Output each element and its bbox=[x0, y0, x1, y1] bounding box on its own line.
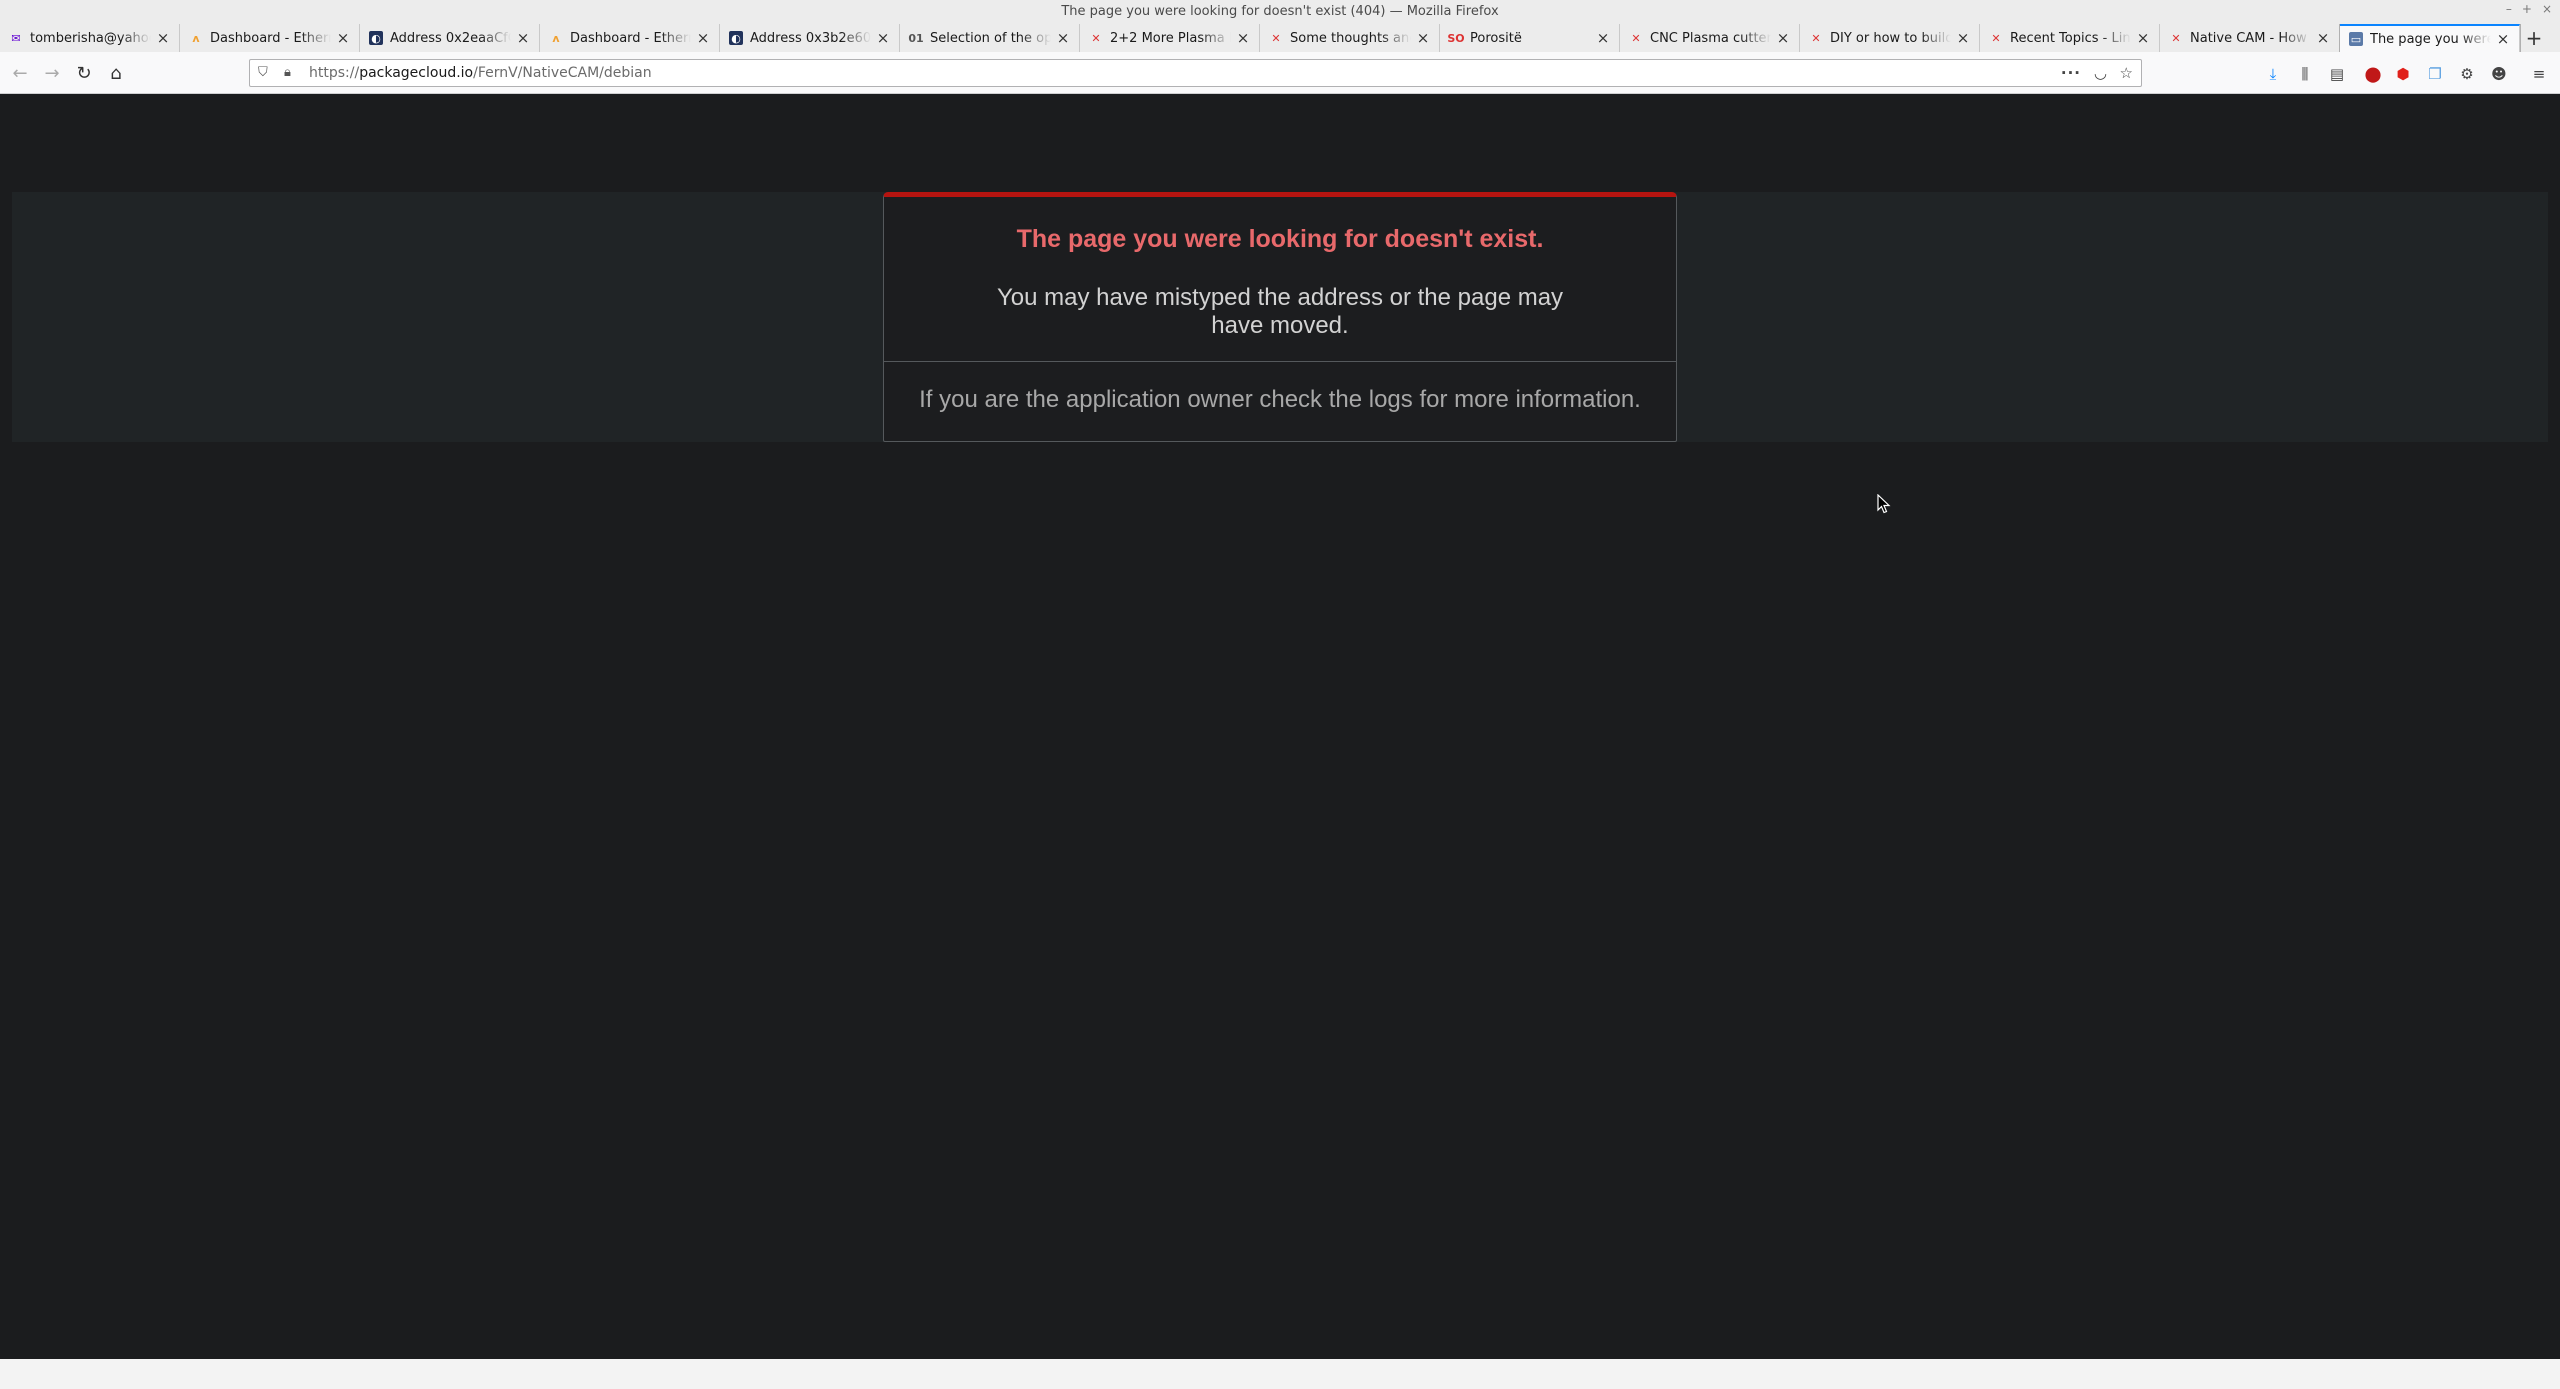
home-button[interactable]: ⌂ bbox=[104, 61, 128, 85]
tab-yahoo-mail[interactable]: ✉ tomberisha@yahoo × bbox=[0, 24, 180, 52]
library-icon[interactable]: ⫼ bbox=[2294, 63, 2316, 85]
tab-porosite[interactable]: SO Porositë × bbox=[1440, 24, 1620, 52]
window-titlebar: The page you were looking for doesn't ex… bbox=[0, 0, 2560, 24]
extension-gear-icon[interactable]: ⚙ bbox=[2456, 63, 2478, 85]
mouse-cursor-icon bbox=[1877, 494, 1891, 514]
ublock-icon[interactable]: ⬢ bbox=[2392, 63, 2414, 85]
tab-label: Porositë bbox=[1470, 30, 1522, 46]
tab-plasma[interactable]: ✕ 2+2 More Plasma by × bbox=[1080, 24, 1260, 52]
tab-close-icon[interactable]: × bbox=[1235, 30, 1251, 46]
pocket-icon[interactable]: ◡ bbox=[2094, 64, 2107, 82]
tab-close-icon[interactable]: × bbox=[695, 30, 711, 46]
tab-label: CNC Plasma cutters bbox=[1650, 30, 1771, 46]
tab-close-icon[interactable]: × bbox=[1775, 30, 1791, 46]
tab-label: tomberisha@yahoo bbox=[30, 30, 151, 46]
account-icon[interactable]: ☻ bbox=[2488, 63, 2510, 85]
url-host: packagecloud.io bbox=[359, 65, 474, 81]
tab-label: Native CAM - How To bbox=[2190, 30, 2311, 46]
maximize-icon[interactable]: + bbox=[2522, 2, 2532, 16]
minimize-icon[interactable]: – bbox=[2506, 2, 2512, 16]
page-viewport: The page you were looking for doesn't ex… bbox=[0, 95, 2560, 1359]
window-title: The page you were looking for doesn't ex… bbox=[1061, 4, 1499, 19]
tab-close-icon[interactable]: × bbox=[2495, 31, 2511, 47]
error-card: The page you were looking for doesn't ex… bbox=[883, 192, 1677, 442]
url-bar[interactable]: ⛉ 🔒︎ https://packagecloud.io/FernV/Nativ… bbox=[249, 59, 2142, 87]
shield-icon[interactable]: ⛉ bbox=[258, 65, 268, 80]
cnczone-icon: ✕ bbox=[1811, 31, 1821, 45]
tab-strip: ✉ tomberisha@yahoo × ᴧ Dashboard - Ether… bbox=[0, 24, 2560, 52]
tab-recent-topics[interactable]: ✕ Recent Topics - LinuxCNC × bbox=[1980, 24, 2160, 52]
etherscan-icon: ◐ bbox=[729, 31, 743, 45]
tab-close-icon[interactable]: × bbox=[2135, 30, 2151, 46]
mail-icon: ✉ bbox=[11, 31, 21, 45]
packagecloud-icon: ▭ bbox=[2349, 32, 2363, 46]
tab-close-icon[interactable]: × bbox=[1055, 30, 1071, 46]
tab-ethermine-dashboard-2[interactable]: ᴧ Dashboard - Ethermine × bbox=[540, 24, 720, 52]
window-controls: – + × bbox=[2506, 2, 2552, 16]
sidebar-icon[interactable]: ▤ bbox=[2326, 63, 2348, 85]
tab-label: Recent Topics - LinuxCNC bbox=[2010, 30, 2131, 46]
tab-cnc-plasma[interactable]: ✕ CNC Plasma cutters × bbox=[1620, 24, 1800, 52]
lock-icon[interactable]: 🔒︎ bbox=[284, 65, 291, 80]
tab-close-icon[interactable]: × bbox=[155, 30, 171, 46]
tab-native-cam[interactable]: ✕ Native CAM - How To × bbox=[2160, 24, 2340, 52]
so-icon: SO bbox=[1447, 31, 1465, 45]
tab-label: Dashboard - Ethermine bbox=[570, 30, 691, 46]
bookmark-star-icon[interactable]: ☆ bbox=[2120, 64, 2133, 82]
page-actions-icon[interactable]: ··· bbox=[2061, 64, 2081, 82]
tab-etherscan-address[interactable]: ◐ Address 0x2eaaCfC × bbox=[360, 24, 540, 52]
tab-label: Dashboard - Ethermine bbox=[210, 30, 331, 46]
cnczone-icon: ✕ bbox=[1271, 31, 1281, 45]
url-path: /FernV/NativeCAM/debian bbox=[473, 65, 652, 81]
tab-label: 2+2 More Plasma by bbox=[1110, 30, 1231, 46]
etherscan-icon: ◐ bbox=[369, 31, 383, 45]
tab-selection-optimal[interactable]: 01 Selection of the optimal × bbox=[900, 24, 1080, 52]
ethermine-icon: ᴧ bbox=[192, 31, 200, 45]
new-tab-button[interactable]: + bbox=[2520, 24, 2548, 52]
downloads-icon[interactable]: ⤓ bbox=[2262, 63, 2284, 85]
tab-close-icon[interactable]: × bbox=[335, 30, 351, 46]
navigation-toolbar: ← → ↻ ⌂ ⛉ 🔒︎ https://packagecloud.io/Fer… bbox=[0, 52, 2560, 94]
site-01-icon: 01 bbox=[908, 31, 924, 45]
tab-label: Some thoughts and bbox=[1290, 30, 1411, 46]
url-text[interactable]: https://packagecloud.io/FernV/NativeCAM/… bbox=[309, 65, 652, 81]
tab-ethermine-dashboard[interactable]: ᴧ Dashboard - Ethermine × bbox=[180, 24, 360, 52]
close-window-icon[interactable]: × bbox=[2542, 2, 2552, 16]
error-footer: If you are the application owner check t… bbox=[919, 386, 1641, 413]
tab-active-404[interactable]: ▭ The page you were looking × bbox=[2340, 24, 2520, 52]
tab-label: Address 0x2eaaCfC bbox=[390, 30, 511, 46]
url-scheme: https:// bbox=[309, 65, 360, 81]
error-subtitle: You may have mistyped the address or the… bbox=[996, 284, 1564, 339]
cnczone-icon: ✕ bbox=[1631, 31, 1641, 45]
bottom-bar bbox=[0, 1359, 2560, 1389]
tab-close-icon[interactable]: × bbox=[1955, 30, 1971, 46]
forward-button[interactable]: → bbox=[40, 61, 64, 85]
error-card-header: The page you were looking for doesn't ex… bbox=[884, 197, 1676, 362]
cnczone-icon: ✕ bbox=[1091, 31, 1101, 45]
reload-button[interactable]: ↻ bbox=[72, 61, 96, 85]
tab-close-icon[interactable]: × bbox=[2315, 30, 2331, 46]
cnczone-icon: ✕ bbox=[1991, 31, 2001, 45]
tab-label: The page you were looking bbox=[2370, 31, 2491, 47]
tab-label: DIY or how to build bbox=[1830, 30, 1951, 46]
tab-close-icon[interactable]: × bbox=[1415, 30, 1431, 46]
ethermine-icon: ᴧ bbox=[552, 31, 560, 45]
tab-close-icon[interactable]: × bbox=[515, 30, 531, 46]
extension-badge-icon[interactable]: ⬤ bbox=[2362, 63, 2384, 85]
tab-etherscan-address-2[interactable]: ◐ Address 0x3b2e60 × bbox=[720, 24, 900, 52]
error-title: The page you were looking for doesn't ex… bbox=[1016, 225, 1544, 253]
tab-close-icon[interactable]: × bbox=[1595, 30, 1611, 46]
tab-some-thoughts[interactable]: ✕ Some thoughts and × bbox=[1260, 24, 1440, 52]
hamburger-menu-icon[interactable]: ≡ bbox=[2528, 63, 2550, 85]
back-button[interactable]: ← bbox=[8, 61, 32, 85]
cnczone-icon: ✕ bbox=[2171, 31, 2181, 45]
extension-window-icon[interactable]: ❐ bbox=[2424, 63, 2446, 85]
tab-diy[interactable]: ✕ DIY or how to build × bbox=[1800, 24, 1980, 52]
tab-close-icon[interactable]: × bbox=[875, 30, 891, 46]
tab-label: Selection of the optimal bbox=[930, 30, 1051, 46]
tab-label: Address 0x3b2e60 bbox=[750, 30, 871, 46]
